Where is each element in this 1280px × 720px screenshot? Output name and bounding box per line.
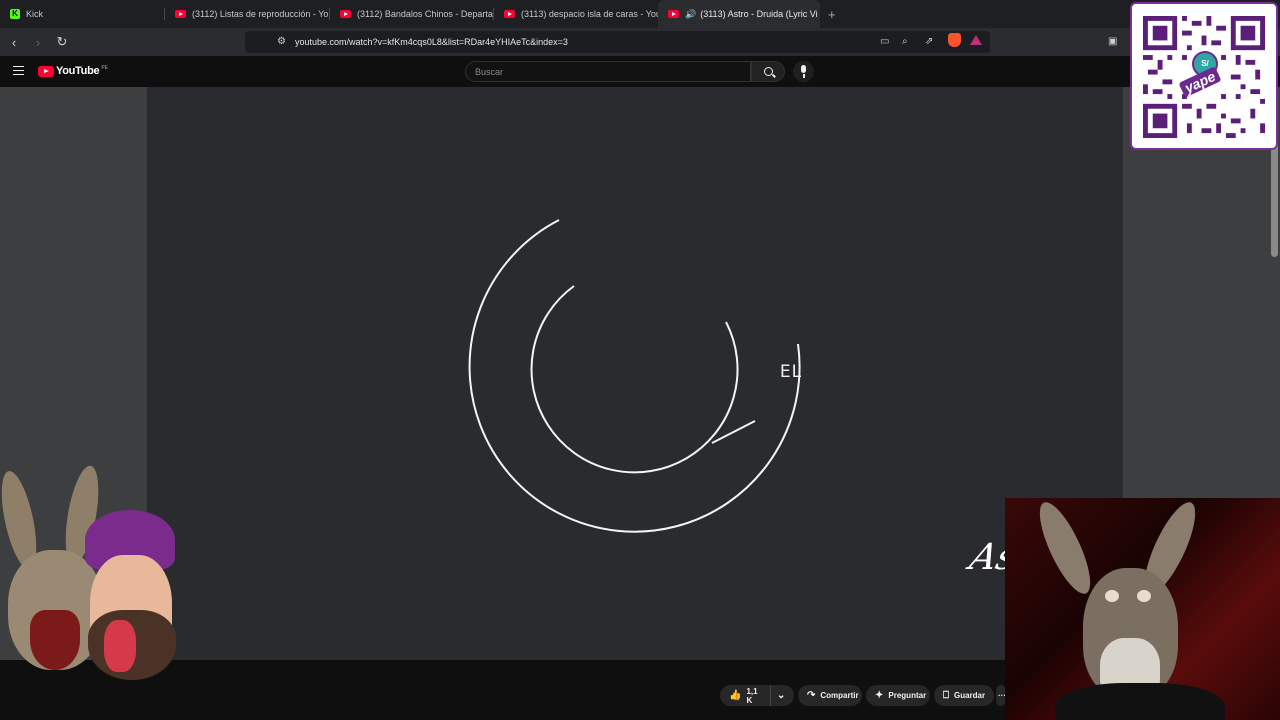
tab-title: Kick [26,9,44,19]
youtube-logo[interactable]: YouTube PE [38,65,108,77]
tab-title: (3112) Listas de reproducción - YouTu [192,9,330,19]
back-icon[interactable]: ‹ [4,35,24,50]
ask-label: Preguntar [888,691,927,700]
cast-icon[interactable]: ▭ [880,36,889,47]
share-arrow-icon: ↷ [807,690,816,701]
video-player[interactable]: EL Ast [147,87,1123,660]
region-code: PE [101,65,108,71]
inner-arc [530,285,739,474]
tab-astro-druida[interactable]: 🔊 (3113) Astro - Druida (Lyric Vi ✕ [658,0,820,28]
address-bar[interactable]: ⚙ youtube.com/watch?v=kfKm4cqs0L8&list=R… [245,31,990,53]
menu-icon[interactable] [13,66,24,75]
reload-icon[interactable]: ↻ [52,34,72,50]
sidebar-icon[interactable]: ▣ [1108,36,1117,47]
browser-toolbar: ‹ › ↻ ⎕ ⚙ youtube.com/watch?v=kfKm4cqs0L… [0,28,1280,56]
new-tab-button[interactable]: + [820,7,844,22]
tab-despacio[interactable]: (3113) despacio isla de caras - YouTu [494,0,658,28]
thumbs-up-icon: 👍 [729,690,742,701]
brave-shield-icon[interactable] [948,33,961,47]
youtube-favicon-icon [668,10,679,18]
youtube-header: YouTube PE Buscar [0,56,1280,87]
search-placeholder: Buscar [475,67,504,77]
browser-tab-strip: K Kick (3112) Listas de reproducción - Y… [0,0,1280,28]
search-icon [764,67,773,76]
ask-button[interactable]: ✦ Preguntar [866,685,930,706]
share-icon[interactable]: ⇗ [925,36,933,47]
screen: K Kick (3112) Listas de reproducción - Y… [0,0,1280,720]
webcam-overlay [1005,498,1280,720]
tab-kick[interactable]: K Kick [0,0,165,28]
share-button[interactable]: ↷ Compartir [798,685,862,706]
logo-text: YouTube [56,65,100,77]
like-count: 1,1 K [746,686,758,705]
site-info-icon[interactable]: ⚙ [277,36,286,47]
lyric-text: EL [779,362,803,382]
speaker-icon: 🔊 [685,8,697,19]
like-button[interactable]: 👍 1,1 K [720,685,770,706]
youtube-favicon-icon [175,10,186,18]
sparkle-icon: ✦ [875,690,884,701]
youtube-play-icon [38,65,54,77]
forward-icon[interactable]: › [28,35,48,50]
yape-qr-code: S/ yape [1130,2,1278,150]
youtube-favicon-icon [340,10,351,18]
dislike-button[interactable]: ⌄ [770,685,794,706]
tab-bandalos[interactable]: (3112) Bandalos Chinos - Departame [330,0,494,28]
thumbs-down-icon: ⌄ [777,690,786,701]
tab-title: (3113) Astro - Druida (Lyric Vi [700,9,818,19]
tab-title: (3112) Bandalos Chinos - Departame [357,9,494,19]
save-button[interactable]: ⎕ Guardar [934,685,994,706]
microphone-icon [801,65,806,73]
youtube-favicon-icon [504,10,515,18]
bookmark-save-icon: ⎕ [943,690,949,701]
brave-rewards-icon[interactable] [970,35,982,45]
search-button[interactable] [751,61,785,82]
tab-title: (3113) despacio isla de caras - YouTu [521,9,658,19]
url-text: youtube.com/watch?v=kfKm4cqs0L8&list=RDa… [295,37,568,47]
arc-tick [711,420,756,444]
search-input[interactable]: Buscar [465,61,751,82]
kick-icon: K [10,9,20,19]
save-label: Guardar [954,691,986,700]
zoom-icon[interactable]: ⌕ [902,36,908,47]
streamer-avatar-illustration [0,460,200,715]
voice-search-button[interactable] [793,61,814,82]
tab-playlists[interactable]: (3112) Listas de reproducción - YouTu [165,0,330,28]
share-label: Compartir [820,691,859,700]
